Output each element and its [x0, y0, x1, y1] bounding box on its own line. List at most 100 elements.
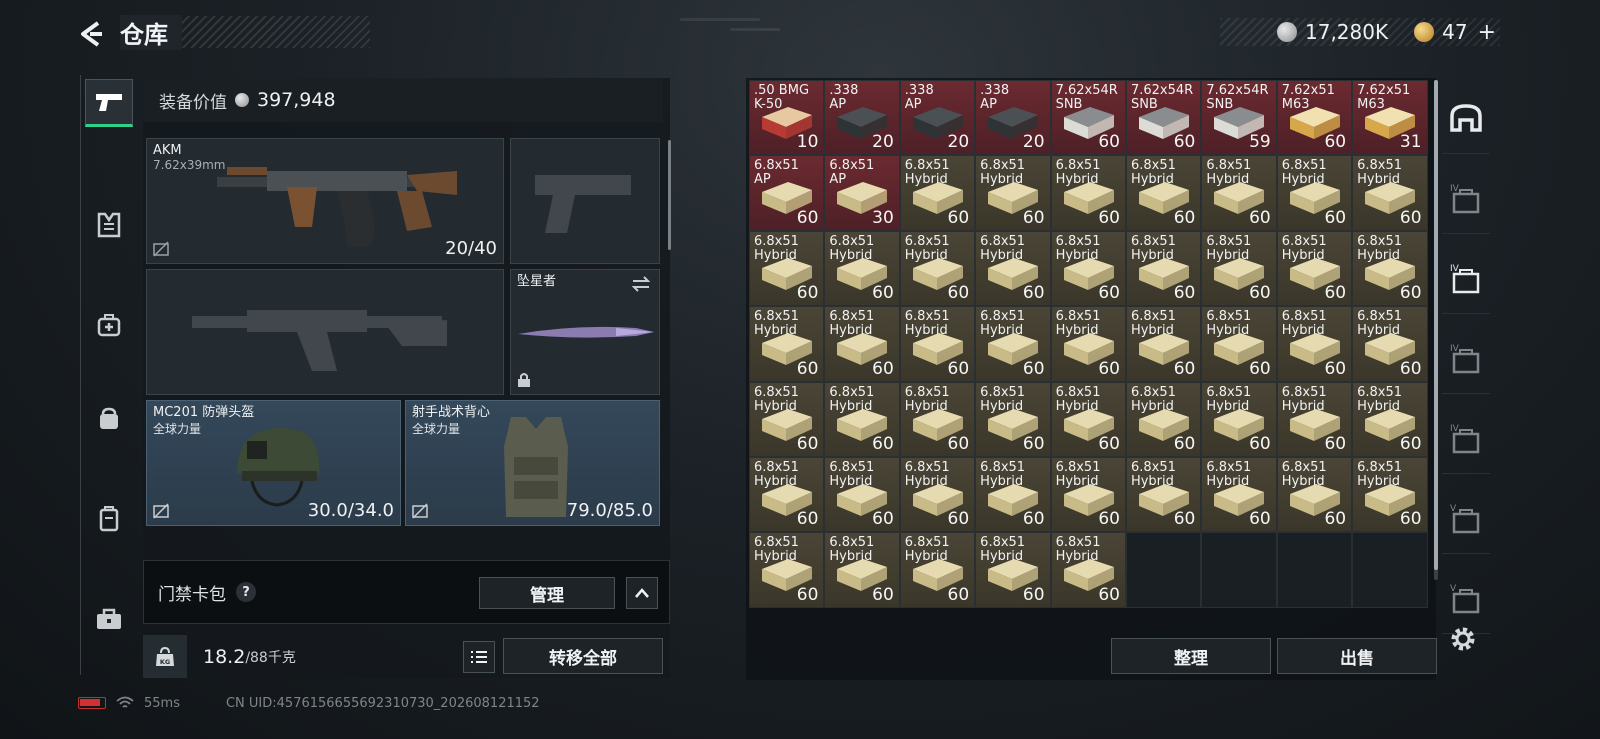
tab-case[interactable] — [85, 495, 133, 543]
stash-tab-weapons[interactable]: IV — [1442, 404, 1490, 474]
stash-item[interactable]: 6.8x51 Hybrid 60 — [1125, 306, 1202, 382]
stash-empty-cell[interactable] — [1201, 532, 1277, 608]
secondary-weapon-slot[interactable] — [146, 269, 504, 395]
stash-item[interactable]: 6.8x51 Hybrid 60 — [1276, 381, 1353, 457]
stash-item[interactable]: 6.8x51 Hybrid 60 — [1352, 306, 1428, 382]
sidearm-slot[interactable] — [510, 138, 660, 264]
stash-item[interactable]: 6.8x51 Hybrid 60 — [1201, 456, 1277, 533]
stash-item[interactable]: 6.8x51 Hybrid 60 — [1125, 381, 1202, 457]
tab-backpack[interactable] — [85, 395, 133, 443]
stash-item[interactable]: 6.8x51 Hybrid 60 — [899, 306, 976, 382]
stash-item[interactable]: 6.8x51 Hybrid 60 — [1050, 381, 1126, 457]
tab-medical[interactable] — [85, 301, 133, 349]
stash-item[interactable]: .50 BMG K-50 10 — [749, 80, 825, 156]
primary-weapon-slot[interactable]: AKM 7.62x39mm 20/40 — [146, 138, 504, 264]
stash-tab-gear[interactable]: IV — [1442, 324, 1490, 394]
stash-item[interactable]: 6.8x51 Hybrid 60 — [975, 306, 1051, 382]
stash-item[interactable]: 7.62x51 M63 31 — [1352, 80, 1428, 156]
stash-item[interactable]: 6.8x51 Hybrid 60 — [975, 230, 1051, 307]
stash-item[interactable]: 6.8x51 Hybrid 60 — [749, 306, 825, 382]
stash-item[interactable]: 6.8x51 AP 60 — [749, 155, 825, 231]
settings-button[interactable] — [1448, 624, 1478, 658]
stash-item[interactable]: 6.8x51 Hybrid 60 — [975, 381, 1051, 457]
stash-item[interactable]: 6.8x51 Hybrid 60 — [899, 230, 976, 307]
stash-item[interactable]: 6.8x51 Hybrid 60 — [1352, 155, 1428, 231]
tab-weapons[interactable] — [85, 79, 133, 127]
stash-item[interactable]: 6.8x51 Hybrid 60 — [975, 456, 1051, 533]
swap-icon[interactable] — [631, 276, 651, 292]
stash-item[interactable]: 6.8x51 Hybrid 60 — [824, 532, 900, 608]
item-count: 60 — [1098, 509, 1120, 530]
stash-scrollbar[interactable] — [1434, 80, 1438, 580]
back-button[interactable] — [72, 14, 112, 54]
list-view-button[interactable] — [463, 641, 495, 673]
stash-item[interactable]: 6.8x51 Hybrid 60 — [824, 306, 900, 382]
stash-item[interactable]: 6.8x51 Hybrid 60 — [1276, 306, 1353, 382]
stash-item[interactable]: 7.62x54R SNB 60 — [1125, 80, 1202, 156]
vest-slot[interactable]: 射手战术背心 全球力量 79.0/85.0 — [405, 400, 660, 526]
stash-item[interactable]: 6.8x51 Hybrid 60 — [975, 155, 1051, 231]
stash-item[interactable]: 6.8x51 Hybrid 60 — [749, 456, 825, 533]
stash-item[interactable]: 7.62x54R SNB 60 — [1050, 80, 1126, 156]
stash-empty-cell[interactable] — [1125, 532, 1202, 608]
stash-item[interactable]: 6.8x51 Hybrid 60 — [1050, 456, 1126, 533]
stash-item[interactable]: 6.8x51 Hybrid 60 — [1201, 230, 1277, 307]
item-count: 60 — [1022, 509, 1045, 530]
item-caliber: 6.8x51 — [904, 158, 950, 174]
stash-tab-ammo[interactable]: IV — [1442, 244, 1490, 314]
stash-item[interactable]: 6.8x51 Hybrid 60 — [1125, 456, 1202, 533]
stash-item[interactable]: 7.62x54R SNB 59 — [1201, 80, 1277, 156]
stash-item[interactable]: 6.8x51 Hybrid 60 — [1276, 230, 1353, 307]
stash-item[interactable]: 6.8x51 Hybrid 60 — [1352, 456, 1428, 533]
stash-tab-main[interactable] — [1442, 84, 1490, 154]
stash-empty-cell[interactable] — [1276, 532, 1353, 608]
tab-vest[interactable] — [85, 201, 133, 249]
stash-item[interactable]: 6.8x51 Hybrid 60 — [1050, 532, 1126, 608]
stash-item[interactable]: 7.62x51 M63 60 — [1276, 80, 1353, 156]
helmet-slot[interactable]: MC201 防弹头盔 全球力量 30.0/34.0 — [146, 400, 401, 526]
stash-item[interactable]: 6.8x51 Hybrid 60 — [824, 381, 900, 457]
stash-item[interactable]: 6.8x51 Hybrid 60 — [824, 456, 900, 533]
tab-toolbox[interactable] — [85, 595, 133, 643]
stash-item[interactable]: 6.8x51 Hybrid 60 — [749, 230, 825, 307]
manage-button[interactable]: 管理 — [479, 577, 615, 609]
stash-item[interactable]: .338 AP 20 — [975, 80, 1051, 156]
stash-item[interactable]: 6.8x51 Hybrid 60 — [1276, 155, 1353, 231]
expand-button[interactable] — [626, 577, 658, 609]
stash-empty-cell[interactable] — [1352, 532, 1428, 608]
stash-item[interactable]: .338 AP 20 — [824, 80, 900, 156]
stash-item[interactable]: 6.8x51 Hybrid 60 — [749, 381, 825, 457]
stash-item[interactable]: 6.8x51 Hybrid 60 — [899, 381, 976, 457]
stash-item[interactable]: 6.8x51 Hybrid 60 — [1352, 230, 1428, 307]
stash-item[interactable]: 6.8x51 Hybrid 60 — [1201, 306, 1277, 382]
stash-tab-medical[interactable]: IV — [1442, 164, 1490, 234]
stash-item[interactable]: 6.8x51 Hybrid 60 — [1276, 456, 1353, 533]
stash-item[interactable]: 6.8x51 Hybrid 60 — [899, 456, 976, 533]
stash-item[interactable]: 6.8x51 Hybrid 60 — [1050, 230, 1126, 307]
stash-tab-valuables[interactable]: V — [1442, 484, 1490, 554]
help-button[interactable]: ? — [236, 582, 256, 602]
melee-slot[interactable]: 坠星者 — [510, 269, 660, 395]
stash-item[interactable]: 6.8x51 Hybrid 60 — [1050, 306, 1126, 382]
stash-item[interactable]: 6.8x51 AP 30 — [824, 155, 900, 231]
stash-item[interactable]: 6.8x51 Hybrid 60 — [1201, 155, 1277, 231]
item-type: Hybrid — [904, 549, 948, 565]
sort-button[interactable]: 整理 — [1111, 638, 1271, 674]
stash-item[interactable]: .338 AP 20 — [899, 80, 976, 156]
stash-scroll-thumb[interactable] — [1434, 80, 1438, 570]
loadout-scrollbar[interactable] — [668, 140, 671, 250]
stash-item[interactable]: 6.8x51 Hybrid 60 — [1201, 381, 1277, 457]
stash-item[interactable]: 6.8x51 Hybrid 60 — [749, 532, 825, 608]
stash-item[interactable]: 6.8x51 Hybrid 60 — [899, 532, 976, 608]
stash-item[interactable]: 6.8x51 Hybrid 60 — [1352, 381, 1428, 457]
stash-item[interactable]: 6.8x51 Hybrid 60 — [1050, 155, 1126, 231]
stash-item[interactable]: 6.8x51 Hybrid 60 — [1125, 155, 1202, 231]
item-type: SNB — [1206, 97, 1234, 112]
sell-button[interactable]: 出售 — [1277, 638, 1437, 674]
stash-item[interactable]: 6.8x51 Hybrid 60 — [899, 155, 976, 231]
stash-item[interactable]: 6.8x51 Hybrid 60 — [1125, 230, 1202, 307]
stash-item[interactable]: 6.8x51 Hybrid 60 — [824, 230, 900, 307]
stash-item[interactable]: 6.8x51 Hybrid 60 — [975, 532, 1051, 608]
add-currency-button[interactable]: + — [1478, 20, 1496, 45]
transfer-all-button[interactable]: 转移全部 — [503, 638, 663, 674]
